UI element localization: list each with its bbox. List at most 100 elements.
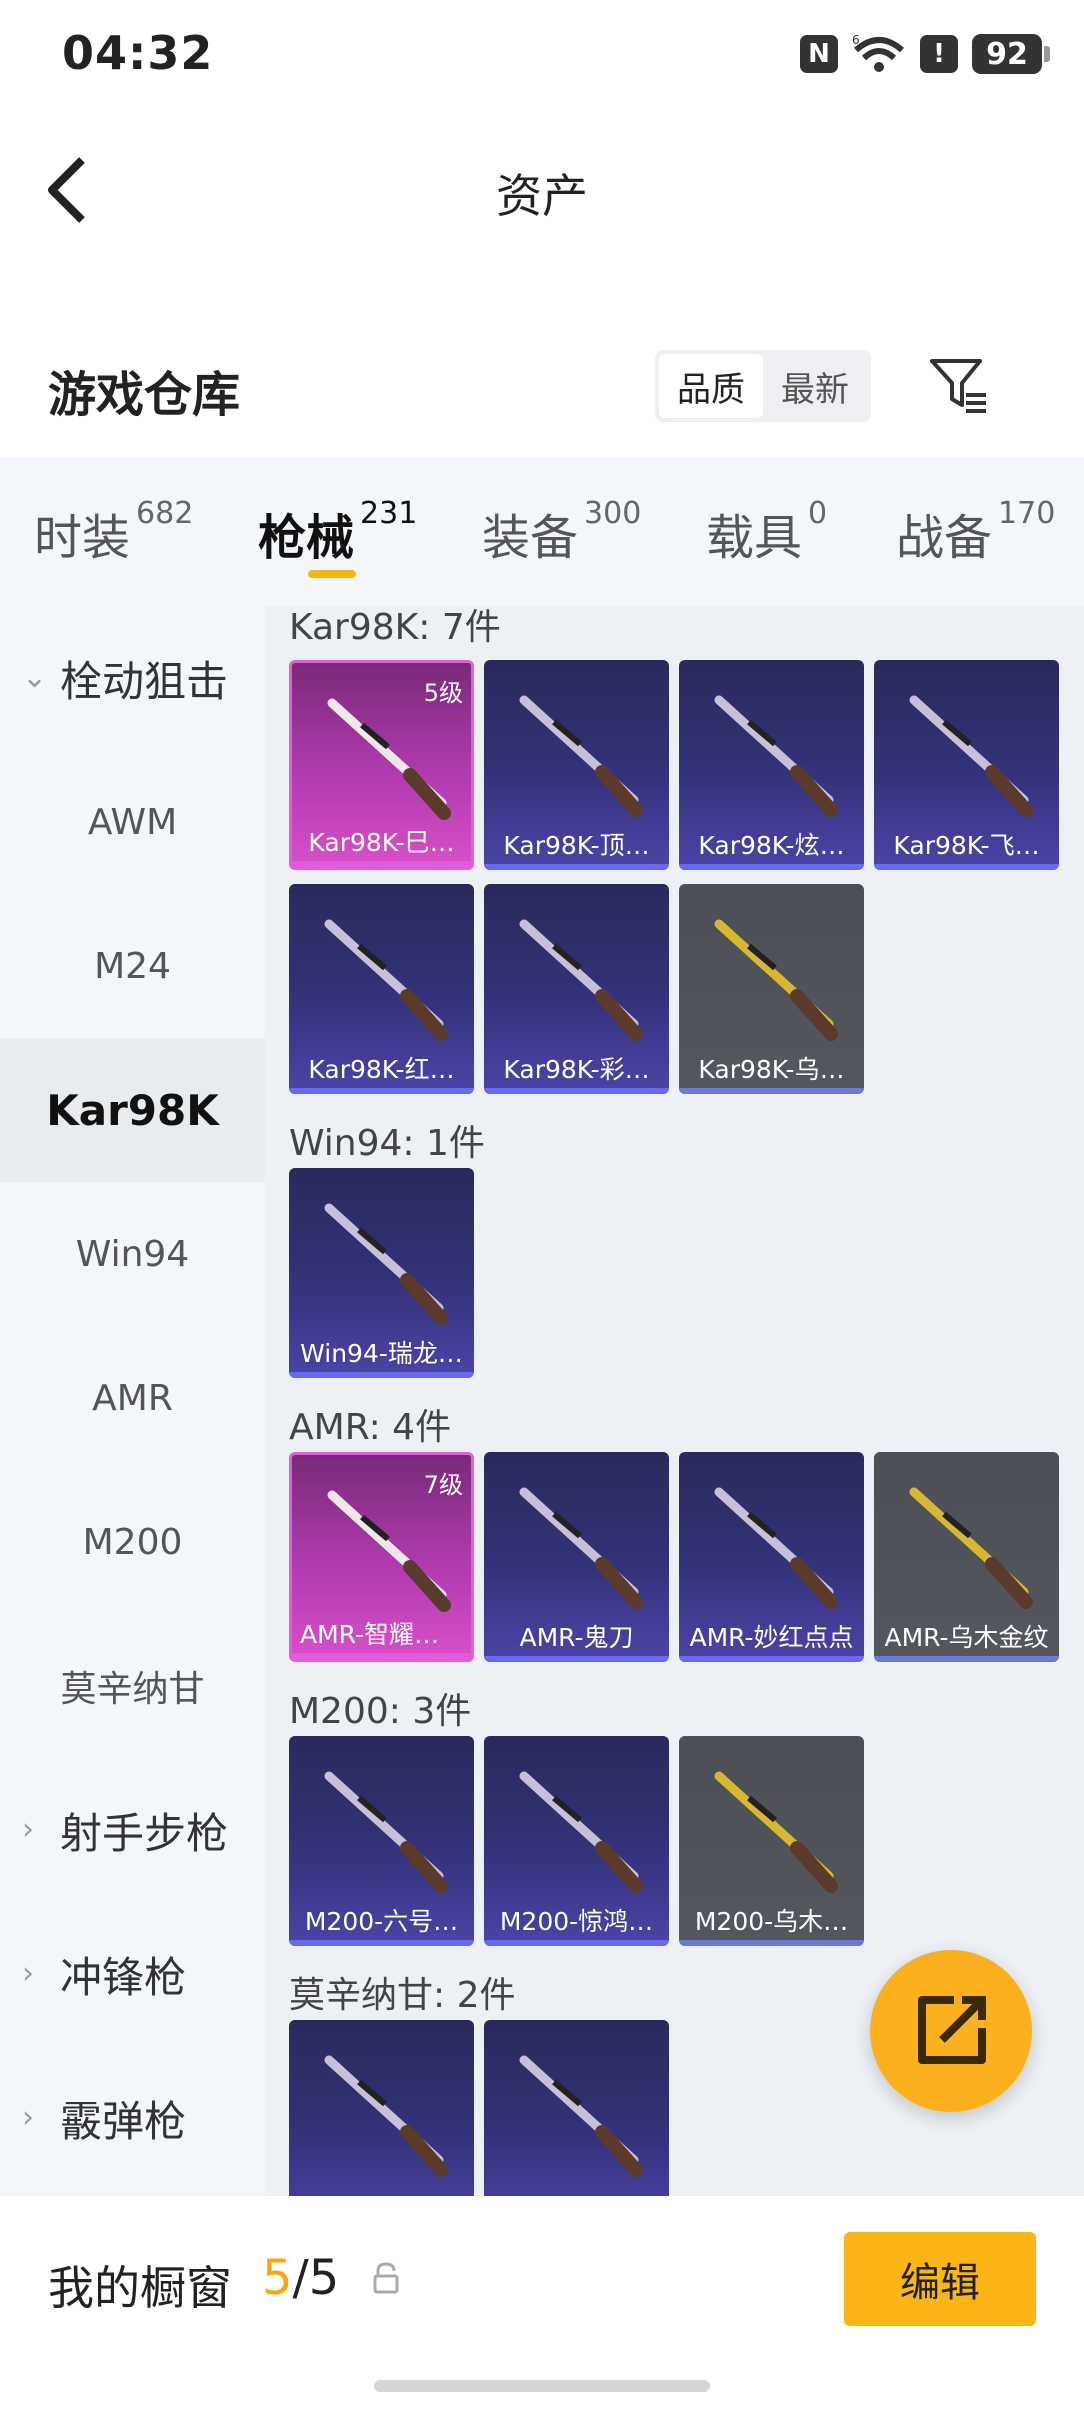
sidebar-item-label: 栓动狙击	[60, 656, 229, 706]
svg-text:6: 6	[852, 34, 860, 47]
showcase-separator: /	[292, 2250, 309, 2306]
sidebar-item-shotgun[interactable]: › 霰弹枪	[0, 2046, 265, 2190]
tab-count: 170	[998, 496, 1056, 531]
weapon-name: Kar98K-红…	[308, 1055, 455, 1084]
weapon-card[interactable]: Kar98K-乌…	[679, 884, 864, 1094]
sidebar-item-amr[interactable]: AMR	[0, 1326, 265, 1470]
weapon-name: M200-六号…	[304, 1907, 459, 1936]
weapon-name: Kar98K-乌…	[698, 1055, 845, 1084]
tab-fashion[interactable]: 时装 682	[34, 496, 193, 568]
weapon-name: M200-惊鸿…	[499, 1907, 654, 1936]
battery-indicator: 92	[972, 34, 1050, 74]
tier-bar	[679, 864, 864, 870]
sidebar-item-label: Win94	[75, 1233, 190, 1275]
sidebar-item-label: Kar98K	[46, 1085, 219, 1135]
sidebar-item-label: 冲锋枪	[60, 1952, 187, 2002]
battery-level: 92	[972, 34, 1042, 74]
category-tabs: 时装 682 枪械 231 装备 300 载具 0 战备 170	[0, 458, 1084, 606]
section-title: 游戏仓库	[48, 367, 241, 423]
alert-icon: !	[920, 35, 958, 73]
weapon-name: Kar98K-顶…	[503, 831, 650, 860]
weapon-card[interactable]: M200-惊鸿…	[484, 1736, 669, 1946]
tab-guns[interactable]: 枪械 231	[258, 496, 417, 568]
showcase-count: 5/5	[262, 2250, 339, 2306]
tier-bar	[289, 1372, 474, 1378]
weapon-card[interactable]: Kar98K-炫…	[679, 660, 864, 870]
chevron-right-icon: ›	[22, 1956, 34, 1991]
weapon-card[interactable]: M200-六号…	[289, 1736, 474, 1946]
sidebar-item-dmr[interactable]: › 射手步枪	[0, 1758, 265, 1902]
rifle-icon	[519, 919, 643, 1041]
rifle-icon	[519, 1487, 643, 1609]
sort-quality-option[interactable]: 品质	[659, 354, 763, 418]
weapon-card[interactable]: Kar98K-红…	[289, 884, 474, 1094]
sidebar-item-m24[interactable]: M24	[0, 894, 265, 1038]
page-title: 资产	[496, 169, 588, 223]
tab-label: 战备	[896, 510, 993, 566]
sidebar-item-bolt-action[interactable]: ⌄ 栓动狙击	[0, 606, 265, 750]
weapon-card[interactable]: Win94-瑞龙…	[289, 1168, 474, 1378]
sidebar-item-awm[interactable]: AWM	[0, 750, 265, 894]
status-bar: 04:32 N 6 ! 92	[0, 0, 1084, 110]
rifle-icon	[324, 2055, 448, 2177]
sidebar-item-m200[interactable]: M200	[0, 1470, 265, 1614]
sidebar-item-mosin[interactable]: 莫辛纳甘	[0, 1614, 265, 1758]
showcase-total: 5	[308, 2250, 340, 2306]
showcase-label: 我的橱窗	[48, 2261, 232, 2315]
weapon-name: AMR-妙红点点	[689, 1623, 854, 1652]
tier-bar	[679, 1088, 864, 1094]
tab-label: 时装	[34, 510, 131, 566]
rifle-icon	[324, 1771, 448, 1893]
tier-bar	[679, 1656, 864, 1662]
weapon-card[interactable]: AMR-乌木金纹	[874, 1452, 1059, 1662]
sidebar-item-kar98k[interactable]: Kar98K	[0, 1038, 265, 1182]
chevron-right-icon: ›	[22, 2100, 34, 2135]
sidebar-item-label: 莫辛纳甘	[60, 1669, 205, 1710]
group-title: Kar98K: 7件	[289, 607, 501, 648]
rifle-icon	[324, 919, 448, 1041]
weapon-name: Kar98K-彩…	[503, 1055, 650, 1084]
tab-equipment[interactable]: 装备 300	[482, 496, 642, 568]
share-button[interactable]	[870, 1950, 1032, 2112]
weapon-name: M200-乌木…	[694, 1907, 849, 1936]
group-title: M200: 3件	[289, 1691, 472, 1732]
weapon-card[interactable]	[484, 2020, 669, 2196]
tab-label: 枪械	[258, 510, 355, 566]
sidebar-item-label: M200	[82, 1521, 183, 1563]
weapon-card[interactable]: Kar98K-顶…	[484, 660, 669, 870]
weapon-card[interactable]	[289, 2020, 474, 2196]
sidebar-item-smg[interactable]: › 冲锋枪	[0, 1902, 265, 2046]
tier-bar	[484, 1088, 669, 1094]
weapon-card[interactable]: 5级 Kar98K-巳…	[289, 660, 474, 870]
weapon-card[interactable]: Kar98K-飞…	[874, 660, 1059, 870]
filter-button[interactable]	[928, 355, 988, 415]
sidebar-item-win94[interactable]: Win94	[0, 1182, 265, 1326]
sort-newest-option[interactable]: 最新	[763, 354, 867, 418]
weapon-card[interactable]: AMR-妙红点点	[679, 1452, 864, 1662]
weapon-name: Kar98K-飞…	[893, 831, 1040, 860]
weapon-card[interactable]: AMR-鬼刀	[484, 1452, 669, 1662]
sidebar-item-label: 射手步枪	[60, 1808, 229, 1858]
rifle-icon	[519, 695, 643, 817]
rifle-icon	[714, 695, 838, 817]
sidebar-item-label: 霰弹枪	[60, 2096, 187, 2146]
tab-supplies[interactable]: 战备 170	[896, 496, 1056, 568]
level-badge: 5级	[423, 679, 463, 707]
status-icons: N 6 ! 92	[800, 32, 1050, 76]
weapon-card[interactable]: 7级 AMR-智耀战神	[289, 1452, 474, 1662]
tier-bar	[874, 1656, 1059, 1662]
weapon-card[interactable]: Kar98K-彩…	[484, 884, 669, 1094]
weapon-name: Kar98K-炫…	[698, 831, 845, 860]
rifle-icon	[519, 1771, 643, 1893]
sidebar-item-label: AWM	[87, 801, 178, 843]
nfc-icon: N	[800, 35, 838, 73]
weapon-name: AMR-智耀战神	[300, 1620, 465, 1649]
edit-button[interactable]: 编辑	[844, 2232, 1036, 2326]
weapon-card[interactable]: M200-乌木…	[679, 1736, 864, 1946]
active-tab-indicator	[308, 570, 356, 578]
tab-count: 300	[584, 496, 642, 531]
tab-vehicles[interactable]: 载具 0	[706, 496, 827, 568]
group-title: Win94: 1件	[289, 1123, 485, 1164]
weapon-name: AMR-乌木金纹	[884, 1623, 1049, 1652]
rifle-icon	[714, 1487, 838, 1609]
